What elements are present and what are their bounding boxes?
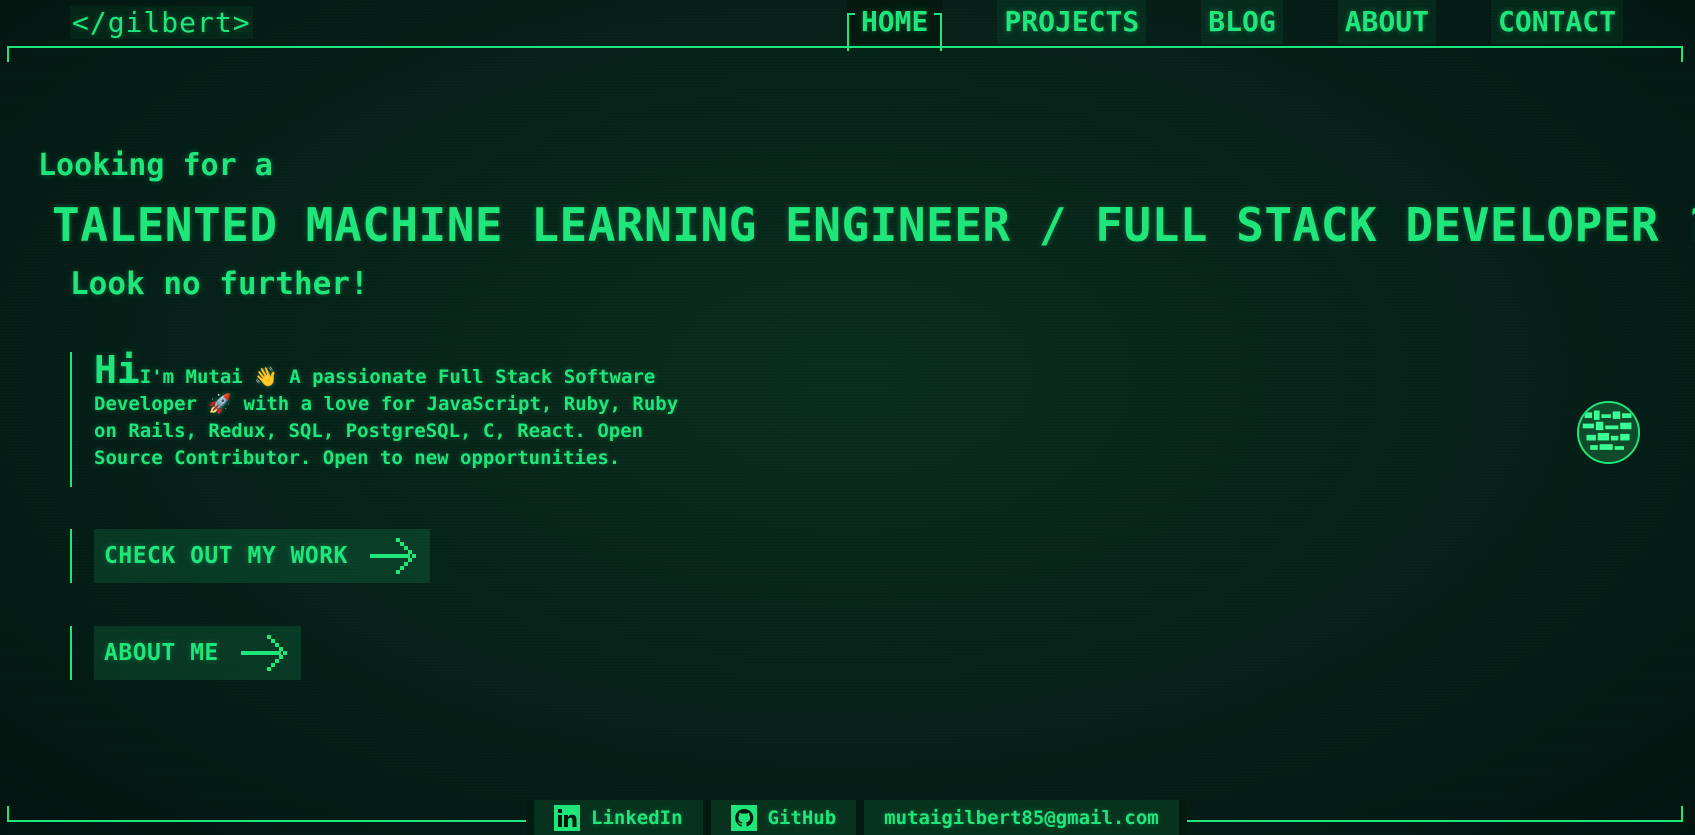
hero-headline: TALENTED MACHINE LEARNING ENGINEER / FUL…	[52, 198, 1695, 252]
arrow-right-icon	[369, 538, 416, 574]
arrow-right-icon	[240, 635, 287, 671]
avatar-image	[1579, 403, 1638, 462]
github-link[interactable]: GitHub	[710, 800, 857, 835]
bio-greeting: Hi	[94, 348, 140, 392]
bio-block: HiI'm Mutai 👋 A passionate Full Stack So…	[70, 351, 690, 487]
linkedin-label: LinkedIn	[591, 806, 683, 829]
nav-home[interactable]: HOME	[846, 0, 943, 51]
hero-tagline: Look no further!	[70, 266, 369, 302]
cta-about-row: ABOUT ME	[70, 626, 301, 680]
cta-work-row: CHECK OUT MY WORK	[70, 529, 430, 583]
nav-projects[interactable]: PROJECTS	[997, 0, 1147, 44]
hero-intro: Looking for a	[38, 148, 273, 183]
linkedin-icon	[554, 804, 580, 831]
bio-text: I'm Mutai 👋 A passionate Full Stack Soft…	[94, 366, 679, 469]
linkedin-link[interactable]: LinkedIn	[534, 800, 703, 835]
email-link[interactable]: mutaigilbert85@gmail.com	[864, 800, 1179, 835]
github-label: GitHub	[767, 806, 837, 829]
about-me-button[interactable]: ABOUT ME	[94, 626, 301, 680]
nav-blog[interactable]: BLOG	[1201, 0, 1283, 44]
check-out-work-label: CHECK OUT MY WORK	[104, 543, 348, 569]
nav-contact[interactable]: CONTACT	[1490, 0, 1623, 44]
about-me-label: ABOUT ME	[104, 640, 219, 666]
bio-paragraph: HiI'm Mutai 👋 A passionate Full Stack So…	[94, 351, 690, 472]
main-nav: HOME PROJECTS BLOG ABOUT CONTACT	[846, 0, 1623, 51]
footer-links: LinkedIn GitHub mutaigilbert85@gmail.com	[526, 800, 1187, 835]
header-frame	[7, 46, 1683, 62]
github-icon	[730, 804, 757, 831]
check-out-work-button[interactable]: CHECK OUT MY WORK	[94, 529, 430, 583]
nav-about[interactable]: ABOUT	[1337, 0, 1436, 44]
site-logo[interactable]: </gilbert>	[70, 6, 253, 39]
avatar[interactable]	[1577, 401, 1640, 464]
